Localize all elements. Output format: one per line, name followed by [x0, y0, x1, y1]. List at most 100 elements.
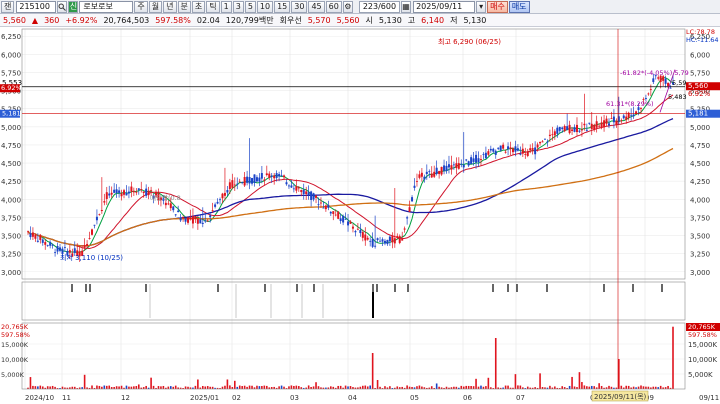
volume-bar [620, 385, 623, 389]
interval-15-button[interactable]: 15 [274, 0, 291, 13]
spin-button[interactable]: 잰 [1, 0, 15, 13]
date-input[interactable]: 2025/09/11 [413, 0, 476, 13]
volume-bar [517, 385, 519, 389]
interval-3-button[interactable]: 3 [232, 0, 244, 13]
volume-bar [169, 386, 172, 389]
candle-body [209, 215, 212, 218]
volume-bar [209, 386, 211, 389]
date-tick: 2024/10 [25, 394, 54, 402]
candle-body [366, 237, 369, 240]
volume-bar [654, 386, 657, 389]
candle-body [433, 171, 436, 177]
stock-chart[interactable]: 6,2506,2506,0006,0005,7505,7505,5005,500… [0, 27, 720, 404]
price-tick-right: 5,750 [690, 69, 710, 77]
volume-bar [49, 386, 51, 389]
pct-price-label-2: 5,59 [672, 79, 686, 87]
candle-body [386, 239, 389, 245]
volume-bar [34, 386, 37, 389]
volume-bar [416, 386, 418, 389]
candle-body [63, 247, 66, 248]
interval-60-button[interactable]: 60 [325, 0, 342, 13]
volume-bar [98, 385, 101, 389]
candle-body [290, 185, 293, 188]
candle-body [376, 238, 379, 240]
date-tick: 09/11 [699, 394, 719, 402]
candle-body [322, 207, 325, 209]
pct-down-label: 61.31*(8.29%) [606, 100, 654, 108]
candle-body [575, 124, 578, 133]
settings-icon[interactable]: ⚙ [342, 0, 353, 13]
price-tick-right: 4,250 [690, 178, 710, 186]
price-tick-right: 3,750 [690, 214, 710, 222]
stock-name-field[interactable]: 로보로보 [79, 0, 134, 13]
volume-bar [554, 386, 556, 389]
volume-bar [640, 385, 642, 389]
candle-body [428, 171, 431, 173]
sell-button[interactable]: 매도 [508, 0, 530, 13]
candle-body [246, 176, 249, 183]
stock-code-input[interactable]: 215100 [16, 0, 57, 13]
volume-bar [364, 385, 367, 389]
candle-body [620, 120, 623, 122]
volume-bar [241, 386, 243, 389]
volume-bar [83, 374, 86, 389]
period-minute-button[interactable]: 분 [177, 0, 191, 13]
candle-body [258, 177, 261, 182]
candle-body [632, 114, 635, 117]
interval-5-button[interactable]: 5 [244, 0, 256, 13]
interval-10-button[interactable]: 10 [256, 0, 274, 13]
period-second-button[interactable]: 초 [191, 0, 206, 13]
volume-tick-left: 10,000K [1, 356, 29, 364]
candle-body [243, 177, 246, 186]
volume-bar [590, 385, 593, 389]
buy-button[interactable]: 매수 [487, 0, 508, 13]
date-dropdown-icon[interactable]: ▾ [476, 0, 487, 13]
candle-body [477, 158, 480, 163]
vol-left-label: 20,765K [1, 323, 29, 331]
candle-body [223, 192, 226, 196]
date-tick: 04 [348, 394, 357, 402]
volume-bar [204, 386, 207, 389]
volume-bar [51, 385, 54, 389]
volume-bar [315, 382, 317, 389]
candle-body [86, 243, 89, 246]
volume-bar [152, 385, 155, 389]
candle-body [177, 210, 180, 213]
candle-body [605, 118, 608, 124]
period-week-button[interactable]: 주 [134, 0, 148, 13]
candle-body [566, 126, 569, 130]
candle-body [115, 189, 118, 193]
price-tick-right: 4,000 [690, 196, 710, 204]
interval-30-button[interactable]: 30 [291, 0, 308, 13]
candle-body [73, 248, 76, 253]
volume-bar [41, 386, 44, 389]
candle-body [534, 147, 537, 155]
candle-body [607, 123, 610, 126]
magnifier-icon[interactable] [57, 0, 68, 13]
candle-body [221, 193, 224, 199]
period-tick-button[interactable]: 틱 [206, 0, 220, 13]
ask-price: 5,560 [336, 15, 360, 25]
period-year-button[interactable]: 년 [163, 0, 177, 13]
candle-body [652, 78, 655, 83]
date-tick: 06 [463, 394, 472, 402]
volume-tick-right: 15,000K [688, 341, 717, 349]
candle-body [174, 214, 177, 216]
candle-body [580, 129, 583, 131]
candle-body [334, 214, 337, 216]
candle-body [310, 191, 313, 200]
right-price-label: 5,560 [688, 82, 708, 90]
price-tick-left: 4,250 [1, 178, 21, 186]
candle-body [337, 211, 340, 219]
chart-toolbar: 잰 215100 신 로보로보 주 월 년 분 초 틱 1 3 5 10 15 … [0, 0, 720, 14]
candle-body [536, 144, 539, 148]
interval-45-button[interactable]: 45 [308, 0, 325, 13]
volume-bar [330, 386, 332, 389]
candle-body [647, 93, 650, 95]
price-tick-right: 6,000 [690, 51, 710, 59]
period-month-button[interactable]: 월 [148, 0, 163, 13]
candle-body [93, 224, 96, 226]
interval-1-button[interactable]: 1 [220, 0, 232, 13]
calendar-icon[interactable]: ▦ [401, 0, 412, 13]
candle-body [472, 158, 475, 162]
